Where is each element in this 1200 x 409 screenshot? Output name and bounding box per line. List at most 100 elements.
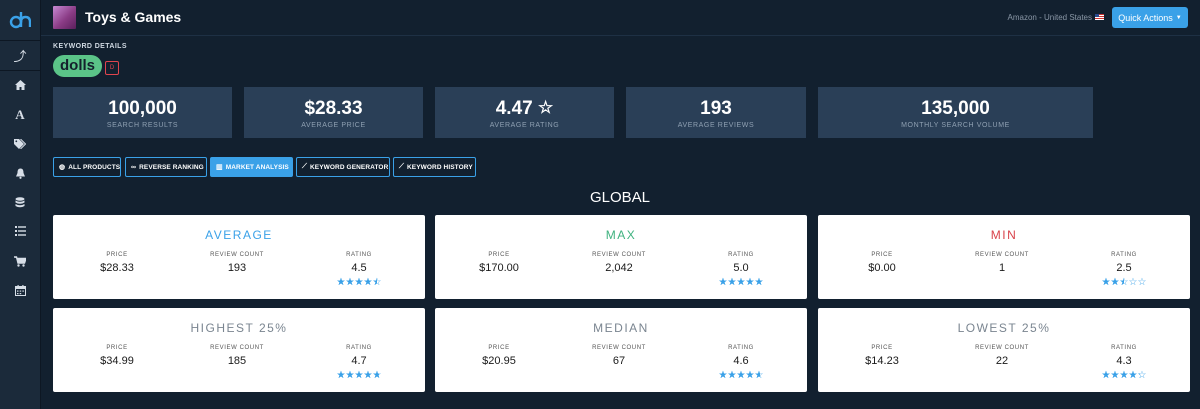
keyword-pill: dolls [53, 55, 103, 77]
cart-icon[interactable] [10, 251, 30, 271]
category-title: Toys & Games [85, 9, 182, 25]
caret-down-icon: ▼ [1175, 14, 1182, 21]
price-label: PRICE [871, 345, 893, 351]
price-value: $20.95 [482, 355, 516, 367]
database-icon[interactable] [10, 192, 30, 212]
magic-wand-icon: ⟋ [399, 163, 404, 170]
rating-value: 4.5 [351, 262, 367, 274]
card-median: MEDIAN PRICE $20.95 REVIEW COUNT 67 RATING 4.6… [435, 308, 807, 392]
card-average: AVERAGE PRICE $28.33 REVIEW COUNT 193 RATING 4… [53, 215, 425, 299]
tab-reverse-ranking[interactable]: ∞ REVERSE RANKING [125, 157, 207, 177]
list-icon[interactable] [10, 221, 30, 241]
price-label: PRICE [106, 252, 128, 258]
reviews-value: 193 [227, 262, 247, 274]
tab-label: KEYWORD HISTORY [407, 163, 473, 171]
reviews-label: REVIEW COUNT [975, 345, 1029, 351]
star-rating-icon: ☆★☆★☆★☆★☆★ [336, 277, 382, 288]
rating-label: RATING [1111, 252, 1137, 258]
stat-average-price: $28.33 AVERAGE PRICE [244, 87, 423, 138]
stat-value: 135,000 [921, 98, 990, 119]
sidebar-divider [0, 70, 41, 71]
price-value: $14.23 [865, 355, 899, 367]
stat-label: AVERAGE REVIEWS [677, 122, 755, 129]
bell-icon[interactable] [10, 163, 30, 183]
quick-actions-label: Quick Actions [1118, 12, 1173, 23]
card-title: HIGHEST 25% [190, 321, 288, 335]
price-label: PRICE [106, 345, 128, 351]
rating-label: RATING [728, 252, 754, 258]
stat-value: 4.47 [495, 98, 533, 119]
marketplace-label: Amazon - United States [1007, 13, 1092, 22]
tags-icon[interactable] [10, 134, 30, 154]
price-label: PRICE [488, 345, 510, 351]
stat-search-results: 100,000 SEARCH RESULTS [53, 87, 232, 138]
price-label: PRICE [871, 252, 893, 258]
stat-monthly-search-volume: 135,000 MONTHLY SEARCH VOLUME [818, 87, 1093, 138]
share-arrow-icon[interactable]: ⤴ [10, 45, 30, 65]
star-rating-icon: ☆★☆★☆★☆★☆★ [1101, 370, 1147, 381]
quick-actions-button[interactable]: Quick Actions ▼ [1112, 7, 1188, 28]
sidebar: ⤴ A [0, 0, 41, 409]
reviews-label: REVIEW COUNT [975, 252, 1029, 258]
reviews-value: 22 [995, 355, 1009, 367]
top-header: Toys & Games Amazon - United States Quic… [41, 0, 1200, 36]
home-icon[interactable] [10, 75, 30, 95]
stat-label: MONTHLY SEARCH VOLUME [901, 122, 1010, 129]
card-lowest-25: LOWEST 25% PRICE $14.23 REVIEW COUNT 22 RATIN… [818, 308, 1190, 392]
price-label: PRICE [488, 252, 510, 258]
reviews-value: 1 [998, 262, 1006, 274]
rating-value: 5.0 [733, 262, 749, 274]
stat-value: 100,000 [108, 98, 177, 119]
tab-label: MARKET ANALYSIS [225, 163, 289, 171]
price-value: $170.00 [479, 262, 519, 274]
reviews-label: REVIEW COUNT [210, 345, 264, 351]
card-max: MAX PRICE $170.00 REVIEW COUNT 2,042 RATING 5.… [435, 215, 807, 299]
tab-label: REVERSE RANKING [139, 163, 204, 171]
stat-average-reviews: 193 AVERAGE REVIEWS [626, 87, 806, 138]
rating-value: 4.6 [733, 355, 749, 367]
tab-market-analysis[interactable]: ▥ MARKET ANALYSIS [210, 157, 293, 177]
star-rating-icon: ☆★☆★☆★☆★☆★ [336, 370, 382, 381]
section-title: GLOBAL [589, 189, 651, 206]
stat-label: AVERAGE PRICE [301, 122, 366, 129]
reviews-value: 185 [227, 355, 247, 367]
rating-label: RATING [346, 252, 372, 258]
rating-value: 4.3 [1116, 355, 1132, 367]
reviews-label: REVIEW COUNT [592, 345, 646, 351]
reviews-label: REVIEW COUNT [592, 252, 646, 258]
reviews-value: 2,042 [605, 262, 633, 274]
rating-label: RATING [1111, 345, 1137, 351]
stat-value: $28.33 [304, 98, 363, 119]
rating-value: 4.7 [351, 355, 367, 367]
stat-average-rating: 4.47 ☆ AVERAGE RATING [435, 87, 614, 138]
us-flag-icon [1095, 14, 1104, 20]
binoculars-icon: ∞ [131, 163, 137, 171]
star-rating-icon: ☆★☆★☆★☆★☆★ [718, 277, 764, 288]
star-rating-icon: ☆★☆★☆★☆★☆★ [718, 370, 764, 381]
rating-value: 2.5 [1116, 262, 1132, 274]
star-outline-icon: ☆ [538, 98, 554, 117]
font-icon[interactable]: A [10, 105, 30, 125]
rating-label: RATING [346, 345, 372, 351]
tab-all-products[interactable]: ◍ ALL PRODUCTS [53, 157, 121, 177]
keyword-details-label: KEYWORD DETAILS [53, 43, 127, 50]
reviews-label: REVIEW COUNT [210, 252, 264, 258]
chart-icon: ▥ [216, 164, 223, 171]
card-min: MIN PRICE $0.00 REVIEW COUNT 1 RATING 2.5 ☆ ★ ☆ ★ ☆… [818, 215, 1190, 299]
app-logo[interactable] [9, 10, 31, 30]
tab-label: ALL PRODUCTS [68, 163, 121, 171]
tab-keyword-history[interactable]: ⟋ KEYWORD HISTORY [393, 157, 476, 177]
reviews-value: 67 [612, 355, 626, 367]
calendar-icon[interactable] [10, 280, 30, 300]
delete-keyword-button[interactable]: D [105, 61, 119, 75]
globe-icon: ◍ [59, 164, 66, 171]
card-title: MEDIAN [593, 321, 649, 335]
card-highest-25: HIGHEST 25% PRICE $34.99 REVIEW COUNT 185 RAT… [53, 308, 425, 392]
marketplace-indicator: Amazon - United States [1008, 13, 1104, 22]
category-image [53, 6, 76, 29]
price-value: $28.33 [100, 262, 134, 274]
card-title: MAX [605, 228, 637, 242]
price-value: $34.99 [100, 355, 134, 367]
tab-keyword-generator[interactable]: ⟋ KEYWORD GENERATOR [296, 157, 390, 177]
stat-label: SEARCH RESULTS [106, 122, 179, 129]
